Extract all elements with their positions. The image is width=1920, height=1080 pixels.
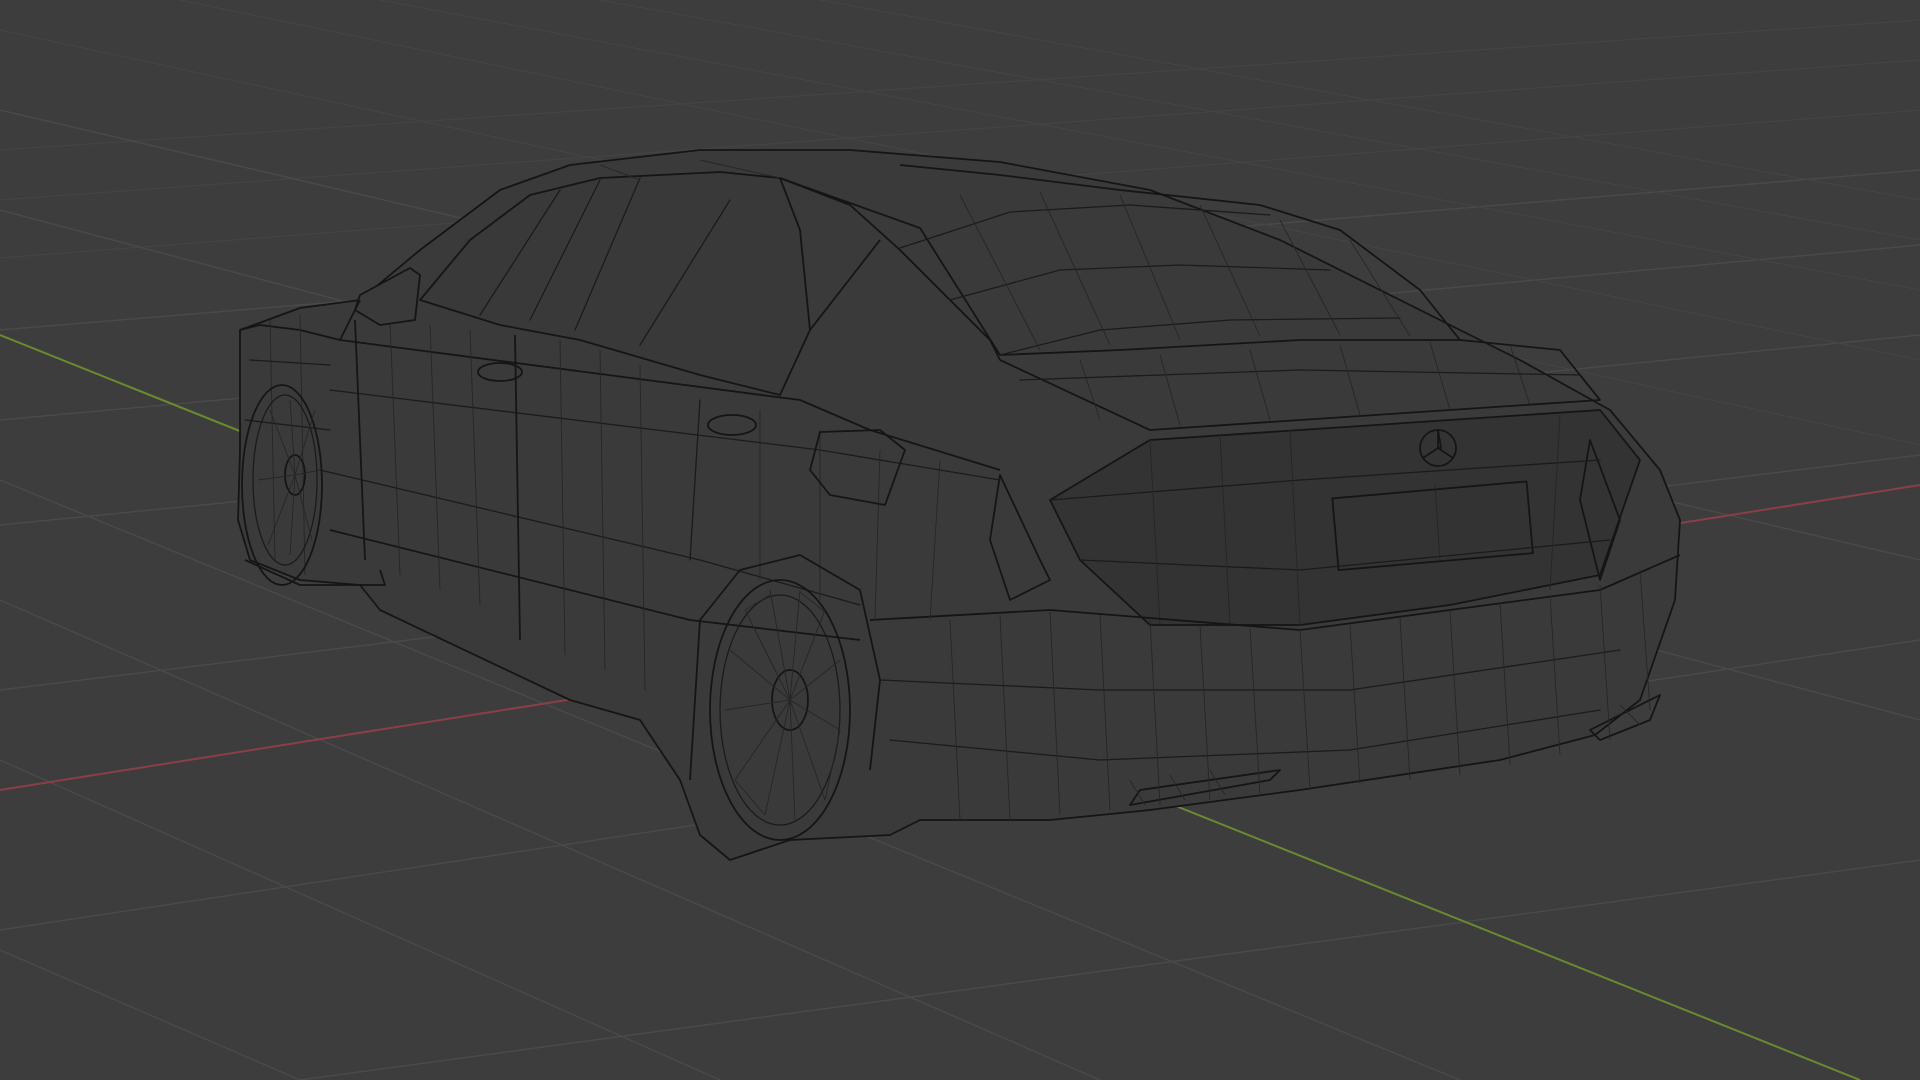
viewport-canvas[interactable] [0,0,1920,1080]
car-mesh[interactable] [237,149,1681,861]
3d-viewport[interactable] [0,0,1920,1080]
